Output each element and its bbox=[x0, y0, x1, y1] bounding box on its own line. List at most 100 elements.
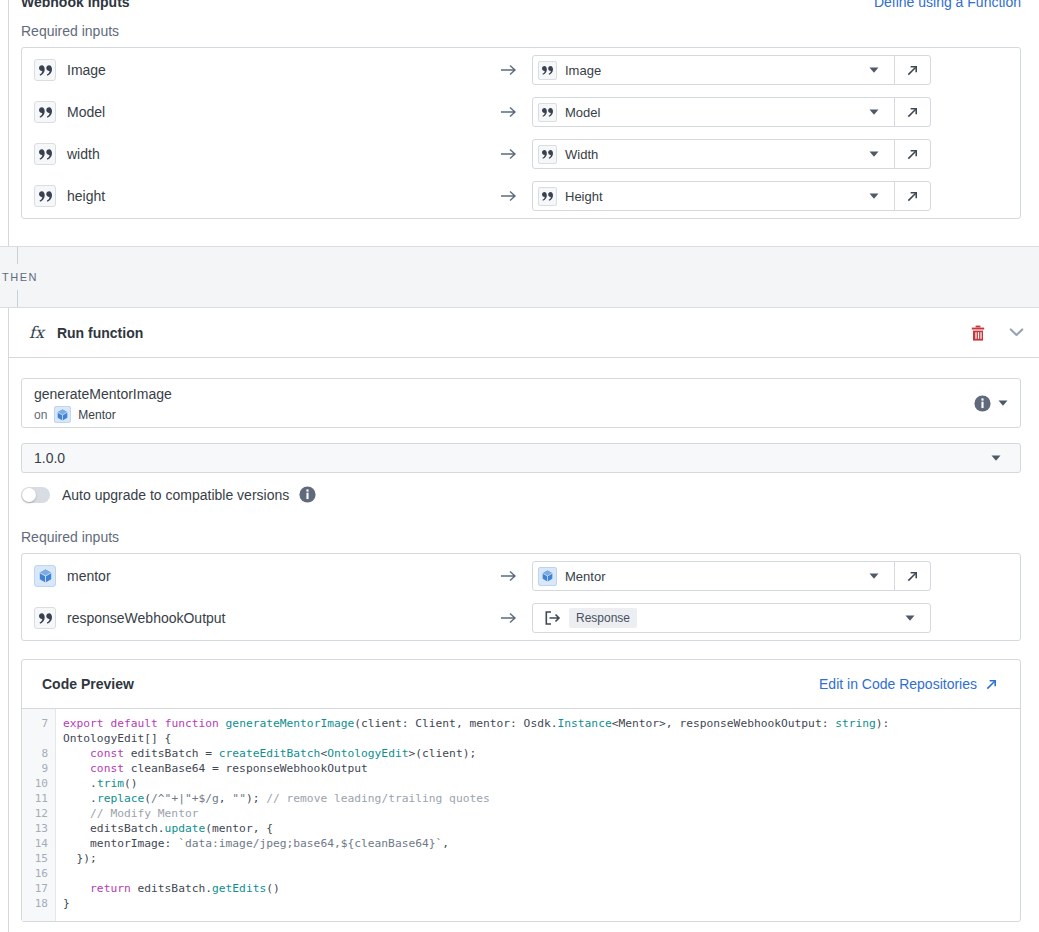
line-number: 17 bbox=[22, 881, 56, 896]
function-required-inputs-box: mentorMentorresponseWebhookOutputRespons… bbox=[21, 553, 1021, 641]
arrow-right-icon bbox=[500, 612, 518, 624]
open-parameter-button[interactable] bbox=[894, 561, 931, 591]
code-line: 8 const editsBatch = createEditBatch<Ont… bbox=[22, 746, 1020, 761]
input-row: height Height bbox=[34, 181, 1008, 211]
code-line: 17 return editsBatch.getEdits() bbox=[22, 881, 1020, 896]
object-type-badge bbox=[54, 406, 71, 423]
info-icon bbox=[299, 486, 316, 503]
parameter-name: width bbox=[67, 146, 100, 162]
string-icon bbox=[39, 65, 52, 76]
open-parameter-button[interactable] bbox=[894, 55, 931, 85]
line-number: 16 bbox=[22, 866, 56, 881]
mapping-value: Model bbox=[565, 105, 600, 120]
mapping-select[interactable]: Model bbox=[532, 97, 895, 127]
code-line: 12 // Modify Mentor bbox=[22, 806, 1020, 821]
object-icon-badge bbox=[34, 565, 56, 587]
code-text: .trim() bbox=[56, 776, 138, 791]
run-function-body: generateMentorImage on Mentor 1.0.0 bbox=[9, 358, 1039, 932]
code-line: 10 .trim() bbox=[22, 776, 1020, 791]
auto-upgrade-toggle[interactable] bbox=[21, 487, 50, 503]
then-label: THEN bbox=[2, 271, 38, 283]
code-line: OntologyEdit[] { bbox=[22, 731, 1020, 746]
code-line: 18} bbox=[22, 896, 1020, 911]
mapping-select[interactable]: Image bbox=[532, 55, 895, 85]
run-function-header[interactable]: fx Run function bbox=[9, 308, 1039, 358]
collapse-chevron-button[interactable] bbox=[1009, 328, 1024, 337]
then-divider: THEN bbox=[0, 246, 1039, 308]
string-icon bbox=[542, 192, 553, 201]
function-name: generateMentorImage bbox=[34, 386, 172, 402]
arrow-right-icon bbox=[500, 190, 518, 202]
object-type-name: Mentor bbox=[78, 408, 115, 422]
mapping-select[interactable]: Width bbox=[532, 139, 895, 169]
caret-down-icon bbox=[869, 67, 879, 73]
run-function-section: fx Run function generateMentorImage on M… bbox=[8, 308, 1039, 932]
mapping-value: Width bbox=[565, 147, 598, 162]
info-icon[interactable] bbox=[974, 395, 991, 412]
code-text bbox=[56, 866, 70, 881]
string-icon bbox=[39, 613, 52, 624]
input-parameter: mentor bbox=[34, 565, 500, 587]
arrow-right-icon bbox=[500, 570, 518, 582]
line-number bbox=[22, 731, 56, 746]
required-inputs-label: Required inputs bbox=[21, 529, 1021, 545]
parameter-name: Model bbox=[67, 104, 105, 120]
caret-down-icon bbox=[869, 151, 879, 157]
open-parameter-button[interactable] bbox=[894, 181, 931, 211]
auto-upgrade-row: Auto upgrade to compatible versions bbox=[21, 486, 1021, 503]
arrow-right-icon bbox=[500, 64, 518, 76]
info-icon[interactable] bbox=[299, 486, 316, 503]
toggle-knob bbox=[22, 488, 36, 502]
line-number: 10 bbox=[22, 776, 56, 791]
define-using-function-link[interactable]: Define using a Function bbox=[874, 0, 1021, 10]
mapping-value-tag: Response bbox=[569, 608, 637, 628]
code-editor[interactable]: 7export default function generateMentorI… bbox=[22, 709, 1020, 921]
string-icon bbox=[39, 191, 52, 202]
open-in-new-icon bbox=[906, 106, 919, 119]
string-icon-badge bbox=[34, 185, 56, 207]
string-icon bbox=[39, 149, 52, 160]
mapping-select[interactable]: Height bbox=[532, 181, 895, 211]
caret-down-icon bbox=[869, 151, 879, 157]
string-icon bbox=[542, 66, 553, 75]
mapping-control: Height bbox=[532, 181, 931, 211]
caret-down-icon bbox=[869, 573, 879, 579]
mapping-control: Width bbox=[532, 139, 931, 169]
arrow-right-icon bbox=[500, 190, 517, 202]
arrow-right-icon bbox=[500, 612, 517, 624]
delete-button[interactable] bbox=[971, 325, 985, 341]
connector-line bbox=[17, 290, 18, 307]
webhook-required-inputs-box: ImageImage Model Model width Width height Heig… bbox=[21, 47, 1021, 219]
input-parameter: height bbox=[34, 185, 500, 207]
line-number: 12 bbox=[22, 806, 56, 821]
open-parameter-button[interactable] bbox=[894, 97, 931, 127]
input-row: Model Model bbox=[34, 97, 1008, 127]
edit-in-code-repositories-link[interactable]: Edit in Code Repositories bbox=[819, 676, 998, 692]
input-parameter: width bbox=[34, 143, 500, 165]
caret-down-icon bbox=[905, 615, 915, 621]
line-number: 9 bbox=[22, 761, 56, 776]
mapping-control: Mentor bbox=[532, 561, 931, 591]
string-icon-badge bbox=[34, 59, 56, 81]
chevron-down-icon bbox=[1009, 328, 1024, 337]
code-preview-card: Code Preview Edit in Code Repositories 7… bbox=[21, 659, 1021, 922]
code-text: mentorImage: `data:image/jpeg;base64,${c… bbox=[56, 836, 449, 851]
open-in-new-icon bbox=[906, 148, 919, 161]
caret-down-icon bbox=[905, 615, 915, 621]
caret-down-icon bbox=[869, 109, 879, 115]
version-select[interactable]: 1.0.0 bbox=[21, 443, 1021, 473]
arrow-right-icon bbox=[500, 106, 518, 118]
arrow-right-icon bbox=[500, 64, 517, 76]
line-number: 11 bbox=[22, 791, 56, 806]
caret-down-icon bbox=[869, 67, 879, 73]
code-preview-title: Code Preview bbox=[42, 676, 134, 692]
version-value: 1.0.0 bbox=[34, 450, 65, 466]
open-in-new-icon bbox=[985, 678, 998, 691]
input-row: ImageImage bbox=[34, 55, 1008, 85]
mapping-select[interactable]: Mentor bbox=[532, 561, 895, 591]
mapping-value: Image bbox=[565, 63, 601, 78]
open-parameter-button[interactable] bbox=[894, 139, 931, 169]
function-picker[interactable]: generateMentorImage on Mentor bbox=[21, 378, 1021, 428]
mapping-select[interactable]: Response bbox=[532, 603, 931, 633]
string-icon bbox=[39, 107, 52, 118]
